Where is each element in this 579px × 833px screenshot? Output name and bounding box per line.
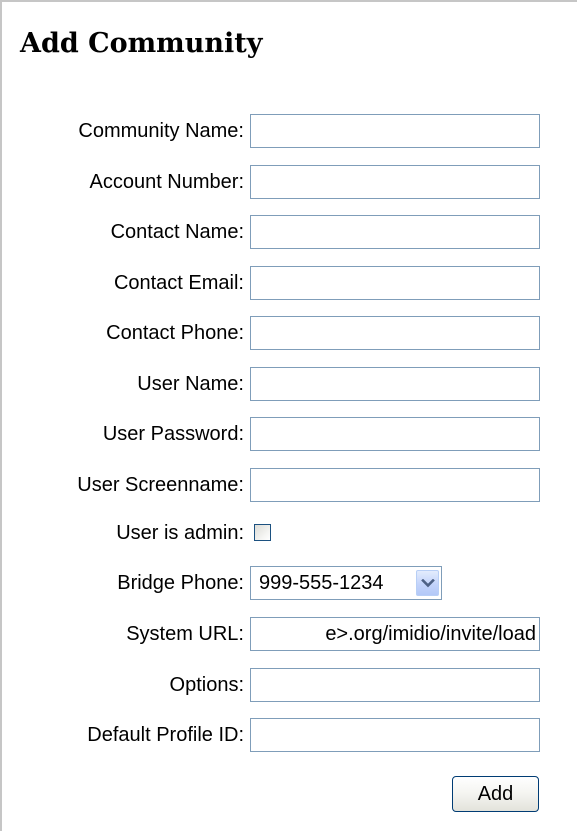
bridge-phone-select[interactable]: 999-555-1234 (250, 566, 442, 600)
system-url-value: e>.org/imidio/invite/load (325, 623, 536, 645)
community-name-input[interactable] (250, 114, 540, 148)
account-number-label: Account Number: (89, 171, 244, 193)
user-screenname-label: User Screenname: (77, 474, 244, 496)
add-community-panel: Add Community Community Name: Account Nu… (0, 0, 577, 831)
options-label: Options: (169, 674, 244, 696)
dropdown-button[interactable] (416, 570, 439, 596)
user-password-label: User Password: (102, 423, 244, 445)
user-name-label: User Name: (137, 373, 244, 395)
chevron-down-icon (421, 579, 435, 588)
bridge-phone-label: Bridge Phone: (117, 572, 244, 594)
page-title: Add Community (20, 28, 263, 59)
contact-phone-label: Contact Phone: (106, 322, 244, 344)
system-url-input[interactable]: e>.org/imidio/invite/load (250, 617, 540, 651)
options-input[interactable] (250, 668, 540, 702)
account-number-input[interactable] (250, 165, 540, 199)
default-profile-id-input[interactable] (250, 718, 540, 752)
add-button[interactable]: Add (452, 776, 539, 812)
contact-email-input[interactable] (250, 266, 540, 300)
user-is-admin-label: User is admin: (116, 522, 244, 544)
default-profile-id-label: Default Profile ID: (87, 724, 244, 746)
contact-name-label: Contact Name: (110, 221, 244, 243)
user-is-admin-checkbox[interactable] (254, 524, 271, 541)
user-name-input[interactable] (250, 367, 540, 401)
bridge-phone-selected-value: 999-555-1234 (259, 572, 384, 594)
user-password-input[interactable] (250, 417, 540, 451)
system-url-label: System URL: (126, 623, 244, 645)
contact-name-input[interactable] (250, 215, 540, 249)
user-screenname-input[interactable] (250, 468, 540, 502)
community-name-label: Community Name: (78, 120, 244, 142)
contact-phone-input[interactable] (250, 316, 540, 350)
contact-email-label: Contact Email: (113, 272, 244, 294)
